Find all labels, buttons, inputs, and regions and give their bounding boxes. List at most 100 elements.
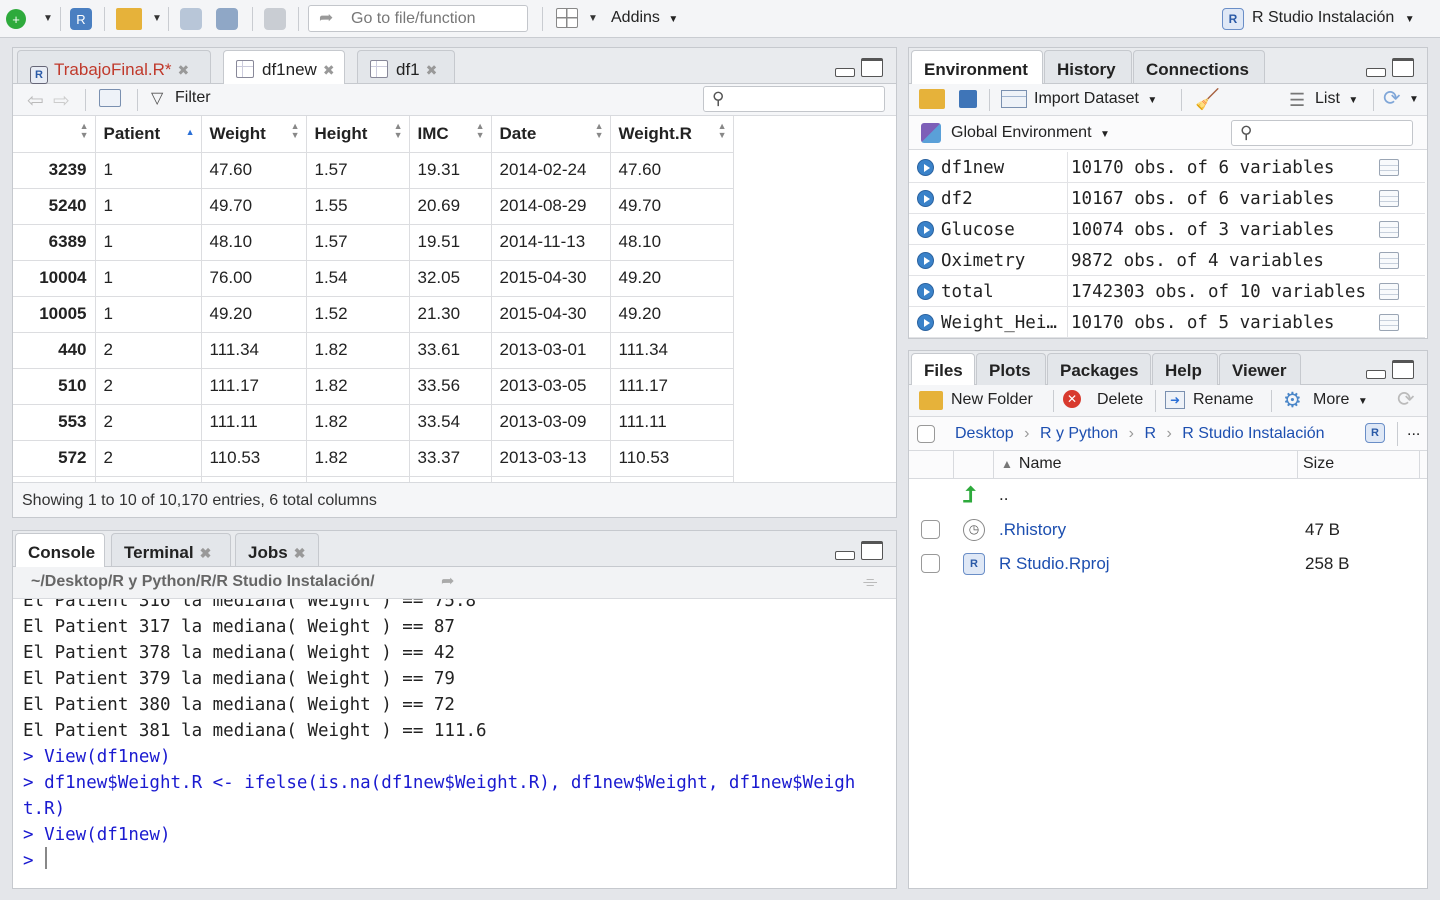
file-name-link[interactable]: .Rhistory — [999, 520, 1066, 540]
print-icon[interactable] — [264, 8, 286, 30]
file-checkbox[interactable] — [921, 554, 940, 573]
close-icon[interactable]: ✖ — [200, 545, 212, 561]
save-workspace-icon[interactable] — [959, 90, 977, 108]
expand-play-icon[interactable] — [917, 221, 934, 238]
new-folder-button[interactable]: New Folder — [951, 391, 1033, 409]
parent-directory-link[interactable]: .. — [999, 485, 1008, 505]
file-row[interactable]: ◷ .Rhistory 47 B — [909, 513, 1427, 547]
tab-connections[interactable]: Connections — [1133, 50, 1265, 83]
view-mode-dropdown[interactable]: List ▼ — [1315, 90, 1358, 108]
minimize-icon[interactable] — [1366, 370, 1386, 379]
breadcrumb-r-y-python[interactable]: R y Python — [1040, 425, 1118, 442]
new-file-icon[interactable]: + — [6, 9, 26, 29]
maximize-icon[interactable] — [1392, 360, 1414, 379]
minimize-icon[interactable] — [835, 68, 855, 77]
view-data-grid-icon[interactable] — [1379, 314, 1399, 331]
tab-console[interactable]: Console — [15, 533, 105, 567]
go-to-directory-icon[interactable]: ➦ — [441, 571, 454, 591]
maximize-icon[interactable] — [861, 541, 883, 560]
environment-scope-dropdown[interactable]: Global Environment ▼ — [951, 124, 1110, 142]
refresh-icon[interactable]: ⟳ — [1383, 86, 1401, 111]
console-output[interactable]: El Patient 316 la mediana( Weight ) == 7… — [13, 599, 896, 888]
expand-play-icon[interactable] — [917, 283, 934, 300]
parent-directory-row[interactable]: ⮥ .. — [909, 479, 1427, 513]
import-dataset-button[interactable]: Import Dataset ▼ — [1034, 90, 1157, 108]
forward-arrow-icon[interactable]: ⇨ — [53, 88, 70, 113]
close-icon[interactable]: ✖ — [177, 62, 189, 78]
tab-viewer[interactable]: Viewer — [1219, 353, 1301, 385]
tab-plots[interactable]: Plots — [976, 353, 1046, 385]
expand-play-icon[interactable] — [917, 252, 934, 269]
panes-chevron-down-icon[interactable]: ▼ — [588, 13, 598, 24]
column-header[interactable]: Height ▲ ▼ — [306, 116, 410, 153]
filter-button[interactable]: Filter — [175, 89, 211, 107]
environment-row[interactable]: df2 10167 obs. of 6 variables — [909, 183, 1425, 214]
view-data-grid-icon[interactable] — [1379, 252, 1399, 269]
delete-button[interactable]: Delete — [1097, 391, 1143, 409]
popout-icon[interactable] — [99, 89, 121, 107]
close-icon[interactable]: ✖ — [323, 62, 335, 78]
tab-packages[interactable]: Packages — [1047, 353, 1151, 385]
tab-terminal[interactable]: Terminal ✖ — [111, 533, 231, 566]
column-header[interactable]: Weight ▲ ▼ — [201, 116, 307, 153]
view-data-grid-icon[interactable] — [1379, 221, 1399, 238]
breadcrumb-r-studio-instalacion[interactable]: R Studio Instalación — [1182, 425, 1324, 442]
addins-menu[interactable]: Addins ▼ — [611, 9, 678, 27]
maximize-icon[interactable] — [1392, 58, 1414, 77]
save-icon[interactable] — [180, 8, 202, 30]
size-column-header[interactable]: Size — [1303, 455, 1334, 473]
tab-trabajofinal[interactable]: R TrabajoFinal.R* ✖ — [17, 50, 211, 84]
tab-help[interactable]: Help — [1152, 353, 1218, 385]
minimize-icon[interactable] — [835, 551, 855, 560]
tab-jobs[interactable]: Jobs ✖ — [235, 533, 319, 566]
close-icon[interactable]: ✖ — [426, 62, 438, 78]
back-arrow-icon[interactable]: ⇦ — [27, 88, 44, 113]
rename-button[interactable]: Rename — [1193, 391, 1253, 409]
data-search-input[interactable]: ⚲ — [703, 86, 885, 112]
clear-objects-broom-icon[interactable]: 🧹 — [1195, 87, 1220, 112]
open-chevron-down-icon[interactable]: ▼ — [152, 13, 162, 24]
go-to-file-input[interactable]: ➦ Go to file/function — [308, 5, 528, 32]
file-checkbox[interactable] — [921, 520, 940, 539]
workspace-panes-icon[interactable] — [556, 8, 578, 28]
name-column-header[interactable]: ▲ Name — [1001, 455, 1062, 473]
go-to-project-icon[interactable]: R — [1365, 423, 1385, 443]
breadcrumb-r[interactable]: R — [1144, 425, 1156, 442]
tab-environment[interactable]: Environment — [911, 50, 1043, 84]
column-header[interactable]: Weight.R ▲ ▼ — [610, 116, 734, 153]
rownames-header[interactable]: ▲ ▼ — [13, 116, 96, 153]
close-icon[interactable]: ✖ — [294, 545, 306, 561]
tab-history[interactable]: History — [1044, 50, 1132, 83]
new-file-chevron-down-icon[interactable]: ▼ — [43, 13, 53, 24]
save-all-icon[interactable] — [216, 8, 238, 30]
column-header[interactable]: Patient ▲ — [95, 116, 202, 153]
environment-row[interactable]: total 1742303 obs. of 10 variables — [909, 276, 1425, 307]
new-project-icon[interactable]: R — [70, 8, 92, 30]
tab-df1[interactable]: df1 ✖ — [357, 50, 455, 83]
environment-search-input[interactable]: ⚲ — [1231, 120, 1413, 146]
view-data-grid-icon[interactable] — [1379, 159, 1399, 176]
browse-directory-button[interactable]: ... — [1407, 422, 1420, 440]
tab-df1new[interactable]: df1new ✖ — [223, 50, 345, 84]
more-menu[interactable]: More ▼ — [1313, 391, 1368, 409]
environment-row[interactable]: Weight_Hei… 10170 obs. of 5 variables — [909, 307, 1425, 338]
load-workspace-icon[interactable] — [919, 89, 945, 109]
refresh-icon[interactable]: ⟳ — [1397, 387, 1415, 412]
project-menu[interactable]: R Studio Instalación ▼ — [1252, 9, 1415, 27]
select-all-checkbox[interactable] — [917, 425, 935, 443]
expand-play-icon[interactable] — [917, 190, 934, 207]
tab-files[interactable]: Files — [911, 353, 975, 386]
expand-play-icon[interactable] — [917, 159, 934, 176]
refresh-chevron-down-icon[interactable]: ▼ — [1409, 94, 1419, 105]
environment-row[interactable]: df1new 10170 obs. of 6 variables — [909, 152, 1425, 183]
breadcrumb-desktop[interactable]: Desktop — [955, 425, 1014, 442]
file-name-link[interactable]: R Studio.Rproj — [999, 554, 1110, 574]
open-folder-icon[interactable] — [116, 8, 142, 30]
maximize-icon[interactable] — [861, 58, 883, 77]
expand-play-icon[interactable] — [917, 314, 934, 331]
clear-console-broom-icon[interactable]: ⌯ — [863, 571, 877, 592]
column-header[interactable]: IMC ▲ ▼ — [409, 116, 492, 153]
minimize-icon[interactable] — [1366, 68, 1386, 77]
environment-row[interactable]: Glucose 10074 obs. of 3 variables — [909, 214, 1425, 245]
view-data-grid-icon[interactable] — [1379, 283, 1399, 300]
